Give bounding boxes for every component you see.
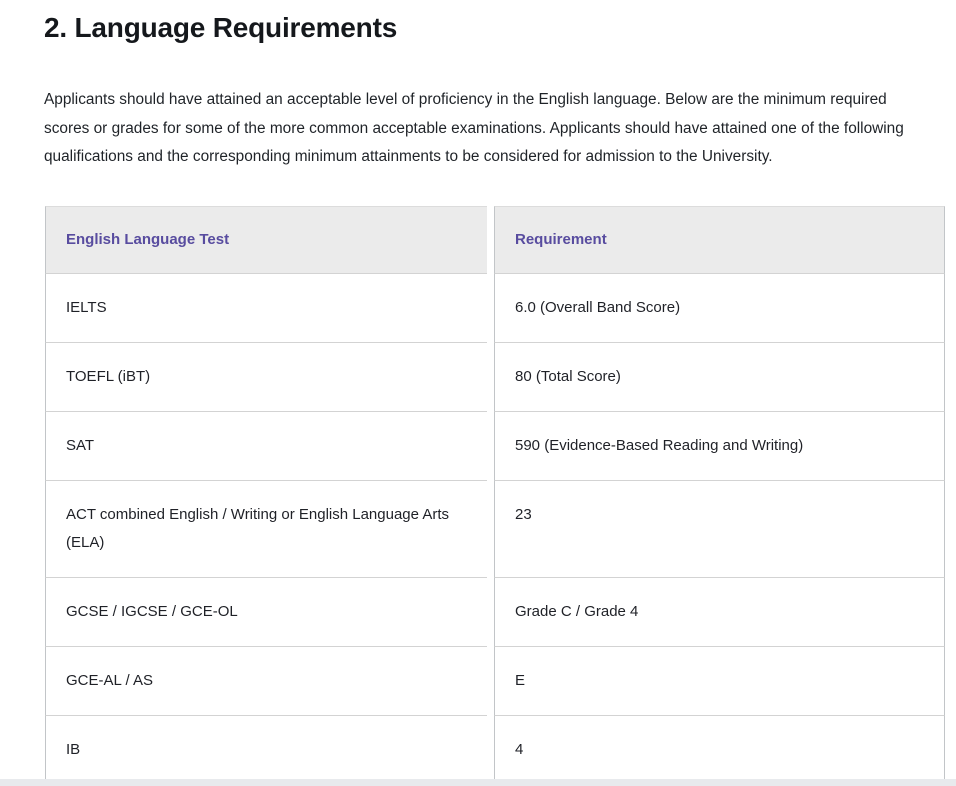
table-cell-requirement: 4 — [494, 715, 945, 784]
intro-paragraph: Applicants should have attained an accep… — [44, 86, 928, 172]
table-header-english-language-test: English Language Test — [45, 206, 487, 273]
page-title: 2. Language Requirements — [44, 12, 956, 44]
table-cell-test: IB — [45, 715, 487, 784]
table-cell-test: GCSE / IGCSE / GCE-OL — [45, 577, 487, 646]
language-requirements-page: 2. Language Requirements Applicants shou… — [0, 0, 956, 786]
table-cell-test: IELTS — [45, 273, 487, 342]
table-cell-requirement: 590 (Evidence-Based Reading and Writing) — [494, 411, 945, 480]
table-cell-requirement: 23 — [494, 480, 945, 577]
table-header-requirement: Requirement — [494, 206, 945, 273]
table-cell-test: GCE-AL / AS — [45, 646, 487, 715]
table-cell-test: TOEFL (iBT) — [45, 342, 487, 411]
table-cell-requirement: 6.0 (Overall Band Score) — [494, 273, 945, 342]
table-cell-test: ACT combined English / Writing or Englis… — [45, 480, 487, 577]
table-cell-requirement: 80 (Total Score) — [494, 342, 945, 411]
table-cell-requirement: Grade C / Grade 4 — [494, 577, 945, 646]
page-bottom-strip — [0, 779, 956, 786]
table-cell-requirement: E — [494, 646, 945, 715]
language-requirements-table: English Language Test Requirement IELTS … — [45, 206, 945, 784]
table-cell-test: SAT — [45, 411, 487, 480]
